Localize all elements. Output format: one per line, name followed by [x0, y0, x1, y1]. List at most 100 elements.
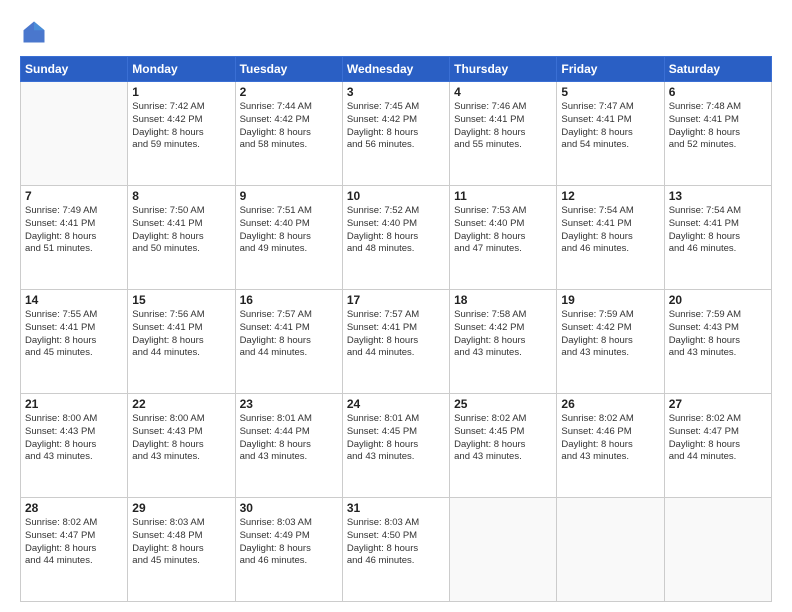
calendar-cell: 10Sunrise: 7:52 AM Sunset: 4:40 PM Dayli…: [342, 186, 449, 290]
day-info: Sunrise: 7:54 AM Sunset: 4:41 PM Dayligh…: [561, 205, 659, 256]
calendar-cell: 2 Sunrise: 7:44 AM Sunset: 4:42 PM Daylig…: [235, 82, 342, 186]
day-info: Sunrise: 8:02 AM Sunset: 4:47 PM Dayligh…: [669, 413, 767, 464]
day-info: Sunrise: 8:02 AM Sunset: 4:46 PM Dayligh…: [561, 413, 659, 464]
day-info: Sunrise: 7:52 AM Sunset: 4:40 PM Dayligh…: [347, 205, 445, 256]
day-number: 12: [561, 189, 659, 203]
day-number: 21: [25, 397, 123, 411]
day-info: Sunrise: 7:49 AM Sunset: 4:41 PM Dayligh…: [25, 205, 123, 256]
day-number: 14: [25, 293, 123, 307]
day-info: Sunrise: 8:03 AM Sunset: 4:50 PM Dayligh…: [347, 517, 445, 568]
day-number: 1: [132, 85, 230, 99]
day-info: Sunrise: 7:56 AM Sunset: 4:41 PM Dayligh…: [132, 309, 230, 360]
day-info: Sunrise: 7:48 AM Sunset: 4:41 PM Dayligh…: [669, 101, 767, 152]
day-info: Sunrise: 8:02 AM Sunset: 4:47 PM Dayligh…: [25, 517, 123, 568]
day-number: 5: [561, 85, 659, 99]
calendar-cell: 7Sunrise: 7:49 AM Sunset: 4:41 PM Daylig…: [21, 186, 128, 290]
day-number: 19: [561, 293, 659, 307]
calendar-cell: 20 Sunrise: 7:59 AM Sunset: 4:43 PM Dayli…: [664, 290, 771, 394]
calendar-cell: 4Sunrise: 7:46 AM Sunset: 4:41 PM Daylig…: [450, 82, 557, 186]
day-number: 27: [669, 397, 767, 411]
day-number: 31: [347, 501, 445, 515]
day-info: Sunrise: 7:54 AM Sunset: 4:41 PM Dayligh…: [669, 205, 767, 256]
day-info: Sunrise: 7:51 AM Sunset: 4:40 PM Dayligh…: [240, 205, 338, 256]
day-info: Sunrise: 7:42 AM Sunset: 4:42 PM Dayligh…: [132, 101, 230, 152]
day-number: 15: [132, 293, 230, 307]
day-number: 24: [347, 397, 445, 411]
day-number: 3: [347, 85, 445, 99]
day-info: Sunrise: 8:03 AM Sunset: 4:48 PM Dayligh…: [132, 517, 230, 568]
calendar-cell: 14 Sunrise: 7:55 AM Sunset: 4:41 PM Dayli…: [21, 290, 128, 394]
calendar-cell: 30 Sunrise: 8:03 AM Sunset: 4:49 PM Dayli…: [235, 498, 342, 602]
day-info: Sunrise: 7:57 AM Sunset: 4:41 PM Dayligh…: [240, 309, 338, 360]
day-number: 20: [669, 293, 767, 307]
calendar-cell: 22Sunrise: 8:00 AM Sunset: 4:43 PM Dayli…: [128, 394, 235, 498]
day-info: Sunrise: 8:03 AM Sunset: 4:49 PM Dayligh…: [240, 517, 338, 568]
day-number: 2: [240, 85, 338, 99]
calendar-cell: 29 Sunrise: 8:03 AM Sunset: 4:48 PM Dayli…: [128, 498, 235, 602]
calendar-cell: 24 Sunrise: 8:01 AM Sunset: 4:45 PM Dayli…: [342, 394, 449, 498]
day-info: Sunrise: 7:59 AM Sunset: 4:42 PM Dayligh…: [561, 309, 659, 360]
calendar-cell: 18Sunrise: 7:58 AM Sunset: 4:42 PM Dayli…: [450, 290, 557, 394]
day-number: 8: [132, 189, 230, 203]
day-number: 23: [240, 397, 338, 411]
calendar-header-sunday: Sunday: [21, 57, 128, 82]
day-number: 16: [240, 293, 338, 307]
day-info: Sunrise: 7:55 AM Sunset: 4:41 PM Dayligh…: [25, 309, 123, 360]
calendar-cell: [557, 498, 664, 602]
day-info: Sunrise: 8:00 AM Sunset: 4:43 PM Dayligh…: [25, 413, 123, 464]
day-number: 29: [132, 501, 230, 515]
calendar-cell: 6 Sunrise: 7:48 AM Sunset: 4:41 PM Daylig…: [664, 82, 771, 186]
day-info: Sunrise: 7:50 AM Sunset: 4:41 PM Dayligh…: [132, 205, 230, 256]
calendar-cell: 23 Sunrise: 8:01 AM Sunset: 4:44 PM Dayli…: [235, 394, 342, 498]
header: [20, 18, 772, 46]
calendar-cell: 26 Sunrise: 8:02 AM Sunset: 4:46 PM Dayli…: [557, 394, 664, 498]
calendar-week-3: 14 Sunrise: 7:55 AM Sunset: 4:41 PM Dayli…: [21, 290, 772, 394]
calendar-table: SundayMondayTuesdayWednesdayThursdayFrid…: [20, 56, 772, 602]
calendar-header-friday: Friday: [557, 57, 664, 82]
calendar-week-5: 28 Sunrise: 8:02 AM Sunset: 4:47 PM Dayli…: [21, 498, 772, 602]
day-number: 22: [132, 397, 230, 411]
day-info: Sunrise: 8:01 AM Sunset: 4:45 PM Dayligh…: [347, 413, 445, 464]
calendar-cell: 25 Sunrise: 8:02 AM Sunset: 4:45 PM Dayli…: [450, 394, 557, 498]
day-info: Sunrise: 7:44 AM Sunset: 4:42 PM Dayligh…: [240, 101, 338, 152]
calendar-cell: 28 Sunrise: 8:02 AM Sunset: 4:47 PM Dayli…: [21, 498, 128, 602]
day-number: 9: [240, 189, 338, 203]
calendar-cell: 1 Sunrise: 7:42 AM Sunset: 4:42 PM Daylig…: [128, 82, 235, 186]
calendar-cell: [450, 498, 557, 602]
logo-icon: [20, 18, 48, 46]
day-number: 18: [454, 293, 552, 307]
calendar-cell: 9 Sunrise: 7:51 AM Sunset: 4:40 PM Daylig…: [235, 186, 342, 290]
day-info: Sunrise: 7:57 AM Sunset: 4:41 PM Dayligh…: [347, 309, 445, 360]
day-info: Sunrise: 7:45 AM Sunset: 4:42 PM Dayligh…: [347, 101, 445, 152]
calendar-header-wednesday: Wednesday: [342, 57, 449, 82]
day-info: Sunrise: 8:01 AM Sunset: 4:44 PM Dayligh…: [240, 413, 338, 464]
day-number: 28: [25, 501, 123, 515]
logo: [20, 18, 52, 46]
calendar-cell: 15 Sunrise: 7:56 AM Sunset: 4:41 PM Dayli…: [128, 290, 235, 394]
day-number: 6: [669, 85, 767, 99]
day-number: 30: [240, 501, 338, 515]
calendar-cell: 17Sunrise: 7:57 AM Sunset: 4:41 PM Dayli…: [342, 290, 449, 394]
calendar-header-tuesday: Tuesday: [235, 57, 342, 82]
calendar-week-4: 21 Sunrise: 8:00 AM Sunset: 4:43 PM Dayli…: [21, 394, 772, 498]
day-info: Sunrise: 7:46 AM Sunset: 4:41 PM Dayligh…: [454, 101, 552, 152]
calendar-header-thursday: Thursday: [450, 57, 557, 82]
day-info: Sunrise: 8:02 AM Sunset: 4:45 PM Dayligh…: [454, 413, 552, 464]
day-info: Sunrise: 7:59 AM Sunset: 4:43 PM Dayligh…: [669, 309, 767, 360]
calendar-week-1: 1 Sunrise: 7:42 AM Sunset: 4:42 PM Daylig…: [21, 82, 772, 186]
day-number: 13: [669, 189, 767, 203]
day-number: 26: [561, 397, 659, 411]
calendar-header-row: SundayMondayTuesdayWednesdayThursdayFrid…: [21, 57, 772, 82]
day-number: 11: [454, 189, 552, 203]
calendar-cell: [21, 82, 128, 186]
calendar-cell: 19 Sunrise: 7:59 AM Sunset: 4:42 PM Dayli…: [557, 290, 664, 394]
day-number: 25: [454, 397, 552, 411]
calendar-header-saturday: Saturday: [664, 57, 771, 82]
calendar-cell: 8 Sunrise: 7:50 AM Sunset: 4:41 PM Daylig…: [128, 186, 235, 290]
calendar-cell: 27 Sunrise: 8:02 AM Sunset: 4:47 PM Dayli…: [664, 394, 771, 498]
calendar-cell: 5Sunrise: 7:47 AM Sunset: 4:41 PM Daylig…: [557, 82, 664, 186]
calendar-cell: 12 Sunrise: 7:54 AM Sunset: 4:41 PM Dayli…: [557, 186, 664, 290]
calendar-header-monday: Monday: [128, 57, 235, 82]
calendar-cell: [664, 498, 771, 602]
calendar-cell: 21 Sunrise: 8:00 AM Sunset: 4:43 PM Dayli…: [21, 394, 128, 498]
